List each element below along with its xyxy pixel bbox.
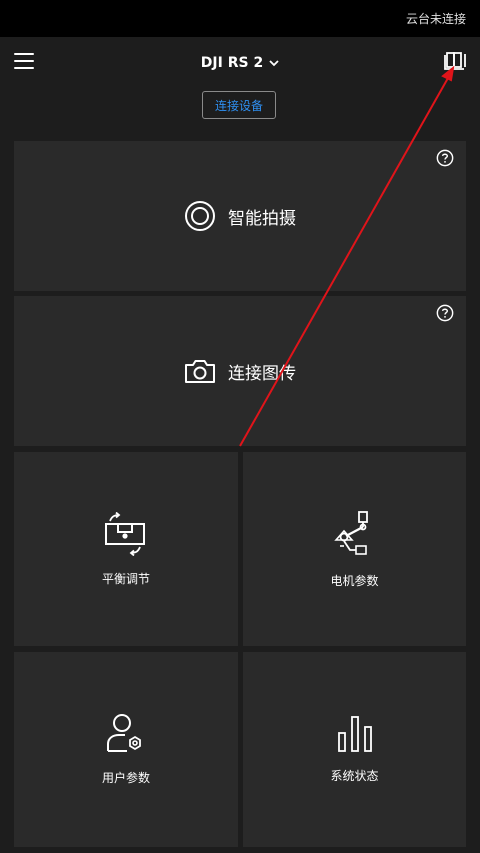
target-icon: [185, 201, 215, 231]
motor-params-label: 电机参数: [330, 573, 379, 588]
chevron-down-icon: [269, 60, 279, 67]
connect-device-button[interactable]: 连接设备: [202, 91, 276, 119]
camera-icon: [185, 360, 215, 383]
connect-transmission-card[interactable]: 连接图传: [14, 296, 466, 446]
gimbal-arm-icon: [333, 510, 368, 555]
bar-chart-icon: [337, 716, 372, 752]
level-icon: [105, 511, 145, 556]
balance-label: 平衡调节: [101, 571, 150, 586]
smart-shoot-label: 智能拍摄: [228, 208, 296, 229]
balance-card[interactable]: 平衡调节: [14, 452, 238, 646]
status-bar: 云台未连接: [0, 0, 480, 37]
device-selector[interactable]: DJI RS 2: [201, 55, 279, 71]
smart-shoot-card[interactable]: 智能拍摄: [14, 141, 466, 291]
user-params-card[interactable]: 用户参数: [14, 652, 238, 847]
system-status-card[interactable]: 系统状态: [243, 652, 466, 847]
device-title: DJI RS 2: [200, 55, 264, 71]
app-header: DJI RS 2 连接设备: [0, 37, 480, 127]
motor-params-card[interactable]: 电机参数: [243, 452, 466, 646]
user-gear-icon: [107, 714, 141, 752]
connect-transmission-label: 连接图传: [228, 363, 296, 384]
system-status-label: 系统状态: [330, 769, 379, 783]
gimbal-status-text: 云台未连接: [405, 12, 466, 26]
user-params-label: 用户参数: [101, 771, 150, 785]
book-icon[interactable]: [444, 50, 468, 72]
